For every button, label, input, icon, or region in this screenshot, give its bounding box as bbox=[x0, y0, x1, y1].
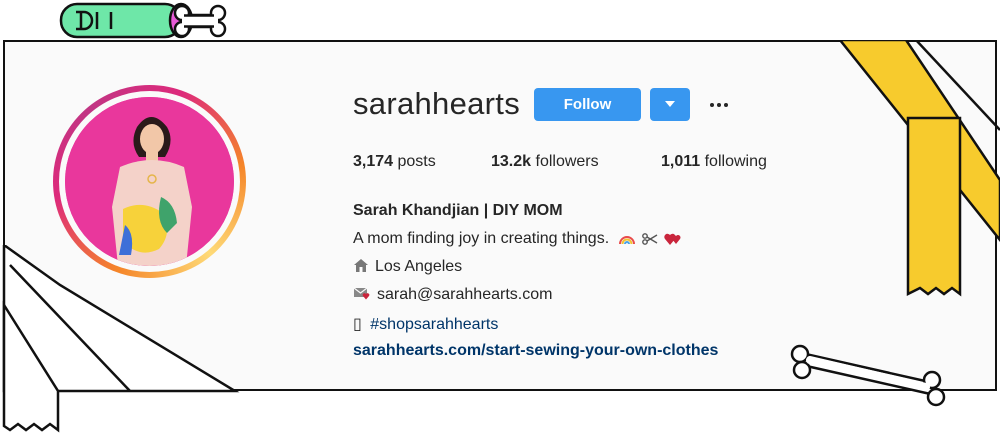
ellipsis-icon bbox=[710, 102, 728, 107]
hashtag-line: ▯ #shopsarahhearts bbox=[353, 314, 498, 334]
location: Los Angeles bbox=[353, 258, 462, 276]
avatar[interactable] bbox=[53, 85, 246, 278]
envelope-heart-icon bbox=[353, 287, 370, 300]
followers-stat[interactable]: 13.2k followers bbox=[491, 153, 599, 171]
username: sarahhearts bbox=[353, 86, 521, 121]
posts-label: posts bbox=[397, 153, 436, 170]
email: sarah@sarahhearts.com bbox=[353, 286, 552, 304]
posts-count: 3,174 bbox=[353, 153, 394, 170]
location-text: Los Angeles bbox=[375, 258, 463, 275]
follow-button[interactable]: Follow bbox=[534, 88, 641, 121]
scissors-icon bbox=[642, 232, 658, 245]
bio-line: A mom finding joy in creating things. bbox=[353, 230, 610, 247]
following-label: following bbox=[704, 153, 767, 170]
shopping-bag-icon: ▯ bbox=[353, 314, 362, 333]
ribbon-decoration bbox=[838, 40, 1000, 297]
posts-stat: 3,174 posts bbox=[353, 153, 436, 171]
bone-icon bbox=[790, 344, 946, 407]
followers-label: followers bbox=[535, 153, 599, 170]
suggested-dropdown-button[interactable] bbox=[650, 88, 690, 121]
following-stat[interactable]: 1,011 following bbox=[661, 153, 767, 171]
following-count: 1,011 bbox=[661, 153, 701, 170]
bone-icon bbox=[173, 4, 227, 38]
chevron-down-icon bbox=[665, 101, 675, 107]
full-name: Sarah Khandjian | DIY MOM bbox=[353, 202, 563, 219]
bio-text: A mom finding joy in creating things. bbox=[353, 230, 688, 248]
house-icon bbox=[354, 258, 368, 272]
profile-photo bbox=[65, 97, 234, 266]
hashtag-link[interactable]: #shopsarahhearts bbox=[370, 316, 498, 333]
website-link[interactable]: sarahhearts.com/start-sewing-your-own-cl… bbox=[353, 342, 718, 360]
more-options-button[interactable] bbox=[706, 88, 732, 121]
email-text: sarah@sarahhearts.com bbox=[377, 286, 553, 303]
rainbow-icon bbox=[618, 235, 635, 245]
heart-icon bbox=[663, 233, 680, 245]
followers-count: 13.2k bbox=[491, 153, 532, 170]
